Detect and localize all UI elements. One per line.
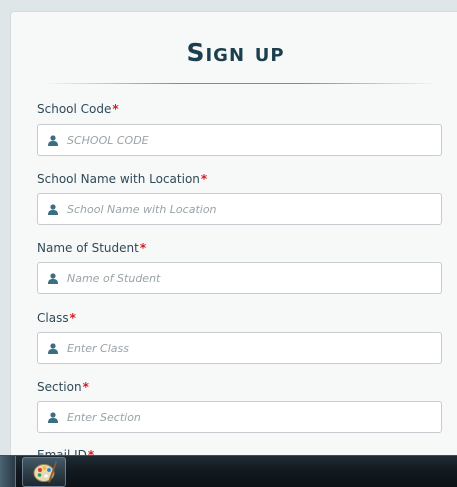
school-name-label-text: School Name with Location [37,172,200,186]
user-icon [48,343,58,354]
user-icon [48,273,58,284]
user-icon [48,204,58,215]
class-label: Class* [37,312,76,324]
required-asterisk: * [112,102,119,116]
user-icon [48,135,58,146]
signup-card: Sign up School Code* School Name with Lo… [10,11,457,481]
school-code-label: School Code* [37,103,119,115]
page: Sign up School Code* School Name with Lo… [0,0,457,487]
section-label: Section* [37,381,89,393]
section-label-text: Section [37,380,82,394]
school-code-label-text: School Code [37,102,112,116]
required-asterisk: * [139,241,147,255]
required-asterisk: * [69,311,76,325]
taskbar-paint-button[interactable] [22,457,66,487]
school-code-field[interactable] [37,124,442,156]
required-asterisk: * [82,380,89,394]
school-name-label: School Name with Location* [37,173,207,185]
school-name-field[interactable] [37,193,442,225]
taskbar-start-edge[interactable] [0,456,16,487]
student-name-input[interactable] [67,269,427,287]
student-name-field[interactable] [37,262,442,294]
school-name-input[interactable] [67,200,427,218]
required-asterisk: * [200,172,208,186]
student-name-label: Name of Student* [37,242,146,254]
user-icon [48,412,58,423]
paint-palette-icon [33,461,57,483]
page-title: Sign up [186,38,285,67]
class-label-text: Class [37,311,69,325]
section-field[interactable] [37,401,442,433]
title-divider [45,83,437,84]
class-field[interactable] [37,332,442,364]
section-input[interactable] [67,408,427,426]
class-input[interactable] [67,339,427,357]
school-code-input[interactable] [67,131,427,149]
student-name-label-text: Name of Student [37,241,139,255]
taskbar [0,455,457,487]
